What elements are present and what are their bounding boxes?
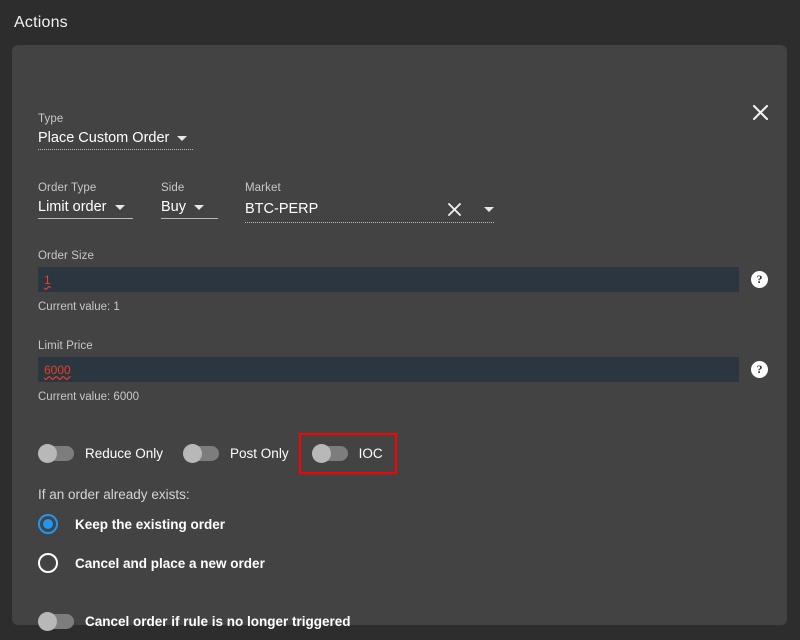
order-size-field: Order Size 1 ? Current value: 1 xyxy=(38,250,768,313)
side-label: Side xyxy=(161,182,185,194)
toggle-knob xyxy=(311,444,331,463)
toggle-switch[interactable] xyxy=(38,612,74,631)
radio-button[interactable] xyxy=(38,553,58,573)
help-icon[interactable]: ? xyxy=(751,361,768,378)
type-select[interactable]: Type Place Custom Order xyxy=(38,113,193,150)
order-size-input[interactable]: 1 xyxy=(38,267,740,292)
chevron-down-icon xyxy=(177,135,188,141)
chevron-down-icon[interactable] xyxy=(484,206,494,212)
ioc-label: IOC xyxy=(358,446,383,461)
order-type-label: Order Type xyxy=(38,182,97,194)
type-underline xyxy=(38,149,193,150)
type-select-control[interactable]: Place Custom Order xyxy=(38,130,193,149)
help-icon[interactable]: ? xyxy=(751,271,768,288)
toggle-knob xyxy=(38,444,57,463)
limit-price-input[interactable]: 6000 xyxy=(38,357,740,382)
market-underline xyxy=(245,222,494,223)
order-size-current-value: Current value: 1 xyxy=(38,301,120,313)
market-select-control[interactable]: BTC-PERP xyxy=(245,199,494,222)
reduce-only-label: Reduce Only xyxy=(85,446,164,461)
limit-price-label: Limit Price xyxy=(38,340,93,352)
radio-keep-existing-order[interactable]: Keep the existing order xyxy=(38,514,225,534)
limit-price-current-value: Current value: 6000 xyxy=(38,391,140,403)
order-size-label: Order Size xyxy=(38,250,94,262)
post-only-toggle[interactable]: Post Only xyxy=(183,444,289,463)
ioc-toggle[interactable]: IOC xyxy=(311,444,383,463)
limit-price-field: Limit Price 6000 ? Current value: 6000 xyxy=(38,340,768,403)
actions-panel: Type Place Custom Order Order Type Limit… xyxy=(12,45,787,631)
reduce-only-toggle[interactable]: Reduce Only xyxy=(38,444,164,463)
order-type-value: Limit order xyxy=(38,199,107,215)
side-underline xyxy=(161,218,218,219)
order-type-select[interactable]: Order Type Limit order xyxy=(38,182,133,219)
order-flags-row: Reduce Only Post Only IOC xyxy=(38,433,397,474)
cancel-rule-label: Cancel order if rule is no longer trigge… xyxy=(85,614,351,629)
radio-cancel-and-place-new-order-label: Cancel and place a new order xyxy=(75,555,265,571)
toggle-switch[interactable] xyxy=(38,444,74,463)
cancel-rule-toggle[interactable]: Cancel order if rule is no longer trigge… xyxy=(38,612,351,631)
radio-button[interactable] xyxy=(38,514,58,534)
market-value: BTC-PERP xyxy=(245,201,319,217)
order-size-input-value: 1 xyxy=(44,272,51,287)
radio-keep-existing-order-label: Keep the existing order xyxy=(75,516,226,532)
market-select[interactable]: Market BTC-PERP xyxy=(245,182,494,223)
side-value: Buy xyxy=(161,199,186,215)
chevron-down-icon xyxy=(194,204,204,210)
order-fields-row: Order Type Limit order Side Buy Market B… xyxy=(38,182,494,223)
toggle-knob xyxy=(38,612,57,631)
order-type-underline xyxy=(38,218,133,219)
close-icon[interactable] xyxy=(747,99,773,125)
toggle-knob xyxy=(183,444,203,463)
limit-price-input-line: 6000 ? xyxy=(38,357,768,382)
clear-icon[interactable] xyxy=(444,199,464,219)
toggle-switch[interactable] xyxy=(311,444,348,463)
market-label: Market xyxy=(245,182,281,194)
type-label: Type xyxy=(38,113,64,125)
page-title: Actions xyxy=(14,13,68,31)
limit-price-input-value: 6000 xyxy=(44,362,71,377)
post-only-label: Post Only xyxy=(230,446,289,461)
side-select[interactable]: Side Buy xyxy=(161,182,218,219)
header-bar: Actions xyxy=(0,0,800,45)
order-exists-label: If an order already exists: xyxy=(38,487,190,502)
side-select-control[interactable]: Buy xyxy=(161,199,218,218)
order-size-input-line: 1 ? xyxy=(38,267,768,292)
ioc-highlight-box: IOC xyxy=(298,433,397,474)
chevron-down-icon xyxy=(114,204,125,210)
radio-cancel-and-place-new-order[interactable]: Cancel and place a new order xyxy=(38,553,265,573)
order-type-select-control[interactable]: Limit order xyxy=(38,199,133,218)
type-value: Place Custom Order xyxy=(38,130,170,146)
toggle-switch[interactable] xyxy=(183,444,220,463)
